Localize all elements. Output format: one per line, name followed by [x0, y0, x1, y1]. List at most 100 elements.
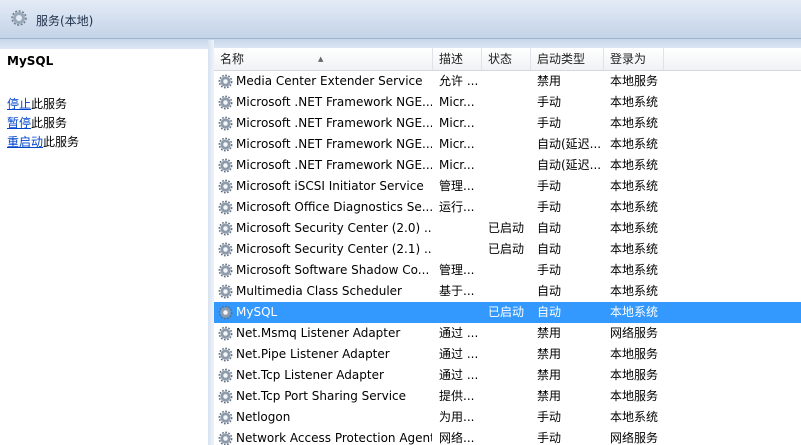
service-name: Microsoft Security Center (2.0) ...: [236, 221, 432, 235]
service-logon-as: 本地系统: [610, 179, 659, 193]
service-logon-as: 网络服务: [610, 431, 659, 445]
service-name: Net.Msmq Listener Adapter: [236, 326, 401, 340]
stop-link[interactable]: 停止: [7, 97, 31, 111]
gear-icon: [218, 221, 233, 236]
table-row[interactable]: Microsoft Security Center (2.0) ... 已启动 自动…: [214, 218, 801, 239]
service-startup-type: 手动: [537, 95, 562, 109]
action-restart: 重启动此服务: [7, 133, 79, 150]
service-startup-type: 自动: [537, 305, 562, 319]
service-startup-type: 禁用: [537, 347, 562, 361]
table-row[interactable]: Microsoft iSCSI Initiator Service 管理... 手动…: [214, 176, 801, 197]
stop-suffix: 此服务: [31, 97, 68, 111]
service-description: 管理...: [439, 179, 475, 193]
table-row[interactable]: Microsoft .NET Framework NGE... Micr... 手动…: [214, 92, 801, 113]
service-logon-as: 本地系统: [610, 410, 659, 424]
service-name: MySQL: [236, 305, 278, 319]
service-description: 通过 ...: [439, 368, 479, 382]
gear-icon: [218, 368, 233, 383]
service-logon-as: 本地系统: [610, 200, 659, 214]
gear-icon: [218, 137, 233, 152]
column-desc-header[interactable]: 描述: [433, 48, 482, 70]
service-status: [488, 281, 532, 302]
service-description: [439, 302, 481, 323]
table-row[interactable]: Microsoft .NET Framework NGE... Micr... 自动…: [214, 134, 801, 155]
gear-icon: [218, 74, 233, 89]
panel-title: 服务(本地): [36, 14, 94, 28]
table-row[interactable]: Media Center Extender Service 允许 ... 禁用 本地服…: [214, 71, 801, 92]
service-description: 通过 ...: [439, 347, 479, 361]
restart-link[interactable]: 重启动: [7, 135, 43, 149]
gear-icon: [218, 431, 233, 445]
gear-icon: [218, 158, 233, 173]
service-status: [488, 113, 532, 134]
service-startup-type: 手动: [537, 200, 562, 214]
service-status: [488, 365, 532, 386]
service-status: [488, 197, 532, 218]
service-startup-type: 手动: [537, 263, 562, 277]
column-login-header[interactable]: 登录为: [604, 48, 664, 70]
table-row[interactable]: Network Access Protection Agent 网络... 手动 网络…: [214, 428, 801, 445]
service-logon-as: 本地系统: [610, 305, 659, 319]
column-name-header[interactable]: 名称 ▲: [214, 48, 433, 70]
table-row[interactable]: Net.Tcp Port Sharing Service 提供... 禁用 本地服务: [214, 386, 801, 407]
service-startup-type: 自动: [537, 221, 562, 235]
service-startup-type: 禁用: [537, 326, 562, 340]
service-description: Micr...: [439, 158, 475, 172]
service-startup-type: 自动(延迟...: [537, 137, 602, 151]
service-logon-as: 本地服务: [610, 74, 659, 88]
table-row[interactable]: Net.Msmq Listener Adapter 通过 ... 禁用 网络服务: [214, 323, 801, 344]
service-startup-type: 禁用: [537, 389, 562, 403]
service-logon-as: 本地系统: [610, 242, 659, 256]
gear-icon: [218, 347, 233, 362]
service-name: Net.Pipe Listener Adapter: [236, 347, 390, 361]
service-name: Network Access Protection Agent: [236, 431, 432, 445]
service-logon-as: 本地系统: [610, 263, 659, 277]
service-startup-type: 自动: [537, 242, 562, 256]
table-row[interactable]: Netlogon 为用... 手动 本地系统: [214, 407, 801, 428]
service-name: Multimedia Class Scheduler: [236, 284, 402, 298]
service-description: Micr...: [439, 95, 475, 109]
table-row[interactable]: Microsoft Office Diagnostics Se... 运行... 手…: [214, 197, 801, 218]
gear-icon: [218, 410, 233, 425]
table-row[interactable]: MySQL 已启动 自动 本地系统: [214, 302, 801, 323]
table-row[interactable]: Net.Tcp Listener Adapter 通过 ... 禁用 本地服务: [214, 365, 801, 386]
table-row[interactable]: Microsoft Software Shadow Co... 管理... 手动 本地…: [214, 260, 801, 281]
column-desc-label: 描述: [439, 52, 464, 66]
column-startup-label: 启动类型: [537, 52, 586, 66]
service-status: 已启动: [488, 221, 525, 235]
service-name: Microsoft .NET Framework NGE...: [236, 116, 432, 130]
table-row[interactable]: Microsoft Security Center (2.1) ... 已启动 自动…: [214, 239, 801, 260]
service-description: 基于...: [439, 284, 475, 298]
service-name: Microsoft .NET Framework NGE...: [236, 95, 432, 109]
column-startup-header[interactable]: 启动类型: [531, 48, 604, 70]
service-startup-type: 禁用: [537, 368, 562, 382]
table-row[interactable]: Multimedia Class Scheduler 基于... 自动 本地系统: [214, 281, 801, 302]
service-status: 已启动: [488, 242, 525, 256]
restart-suffix: 此服务: [43, 135, 80, 149]
service-startup-type: 自动: [537, 284, 562, 298]
service-name: Microsoft .NET Framework NGE...: [236, 158, 432, 172]
table-row[interactable]: Microsoft .NET Framework NGE... Micr... 自动…: [214, 155, 801, 176]
column-status-header[interactable]: 状态: [482, 48, 531, 70]
service-logon-as: 本地系统: [610, 284, 659, 298]
service-description: Micr...: [439, 116, 475, 130]
service-description: 允许 ...: [439, 74, 479, 88]
service-status: [488, 92, 532, 113]
table-row[interactable]: Microsoft .NET Framework NGE... Micr... 手动…: [214, 113, 801, 134]
service-description: Micr...: [439, 137, 475, 151]
service-status: [488, 344, 532, 365]
table-body: Media Center Extender Service 允许 ... 禁用 本地服…: [214, 71, 801, 445]
pause-suffix: 此服务: [31, 116, 68, 130]
gear-icon: [218, 242, 233, 257]
pause-link[interactable]: 暂停: [7, 116, 31, 130]
service-startup-type: 自动(延迟...: [537, 158, 602, 172]
service-status: [488, 71, 532, 92]
gear-icon: [218, 284, 233, 299]
table-row[interactable]: Net.Pipe Listener Adapter 通过 ... 禁用 本地服务: [214, 344, 801, 365]
action-stop: 停止此服务: [7, 95, 67, 112]
service-description: 提供...: [439, 389, 475, 403]
service-status: [488, 176, 532, 197]
column-login-label: 登录为: [610, 52, 647, 66]
service-description: 运行...: [439, 200, 475, 214]
service-startup-type: 手动: [537, 179, 562, 193]
